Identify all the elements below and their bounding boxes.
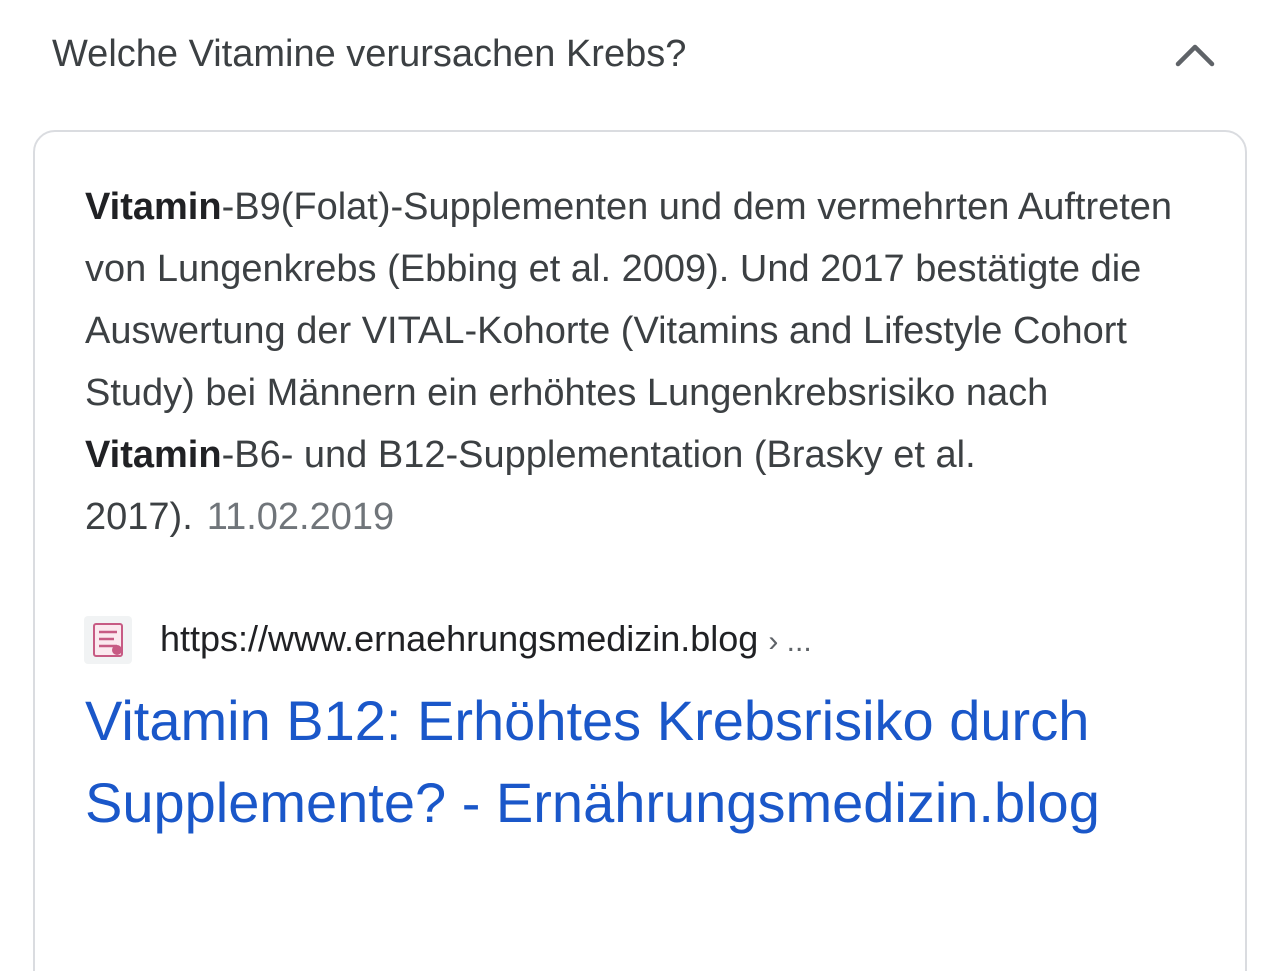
answer-snippet: Vitamin-B9(Folat)-Supplementen und dem v… (85, 176, 1195, 548)
source-breadcrumb: › ... (768, 625, 812, 658)
site-favicon-icon (84, 616, 132, 664)
related-question-header[interactable]: Welche Vitamine verursachen Krebs? (0, 0, 1280, 110)
snippet-text: -B9(Folat)-Supplementen und dem vermehrt… (85, 186, 1173, 414)
question-text: Welche Vitamine verursachen Krebs? (52, 33, 687, 75)
snippet-date: 11.02.2019 (206, 496, 395, 538)
source-url[interactable]: https://www.ernaehrungsmedizin.blog › ..… (160, 616, 812, 665)
source-row[interactable]: https://www.ernaehrungsmedizin.blog › ..… (84, 612, 1184, 664)
snippet-highlight: Vitamin (85, 186, 222, 228)
source-url-text: https://www.ernaehrungsmedizin.blog (160, 618, 759, 659)
snippet-highlight: Vitamin (85, 434, 222, 476)
result-title-link[interactable]: Vitamin B12: Erhöhtes Krebsrisiko durch … (85, 680, 1215, 844)
search-result-page: Welche Vitamine verursachen Krebs? Vitam… (0, 0, 1280, 971)
chevron-up-icon[interactable] (1170, 36, 1220, 72)
